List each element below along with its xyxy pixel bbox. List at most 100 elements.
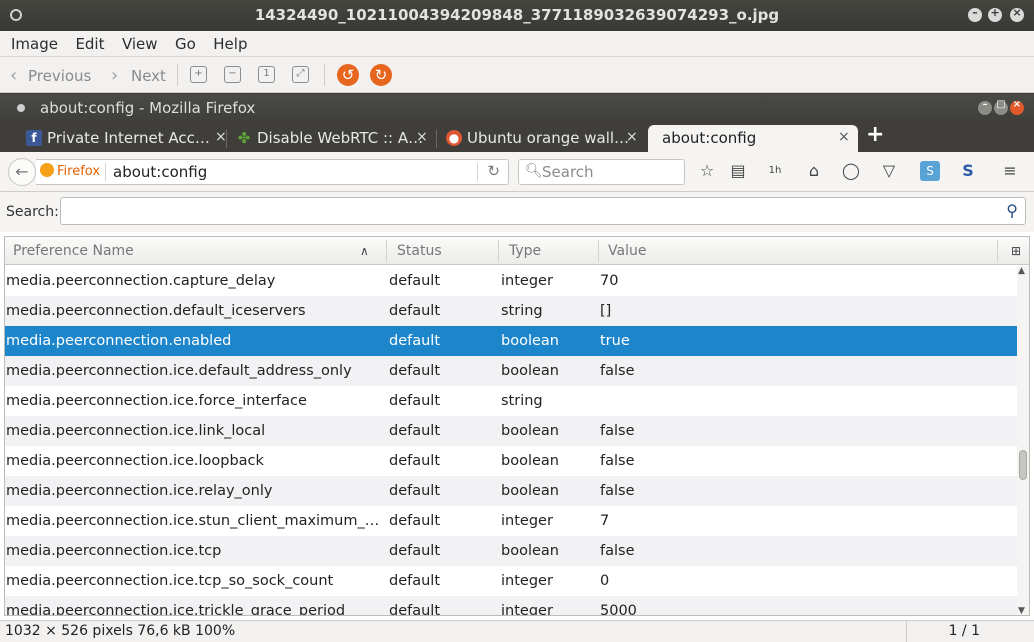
maximize-icon[interactable]: + xyxy=(988,6,1002,22)
reading-list-icon[interactable]: ▤ xyxy=(728,161,748,181)
status-separator xyxy=(906,621,907,642)
column-type[interactable]: Type xyxy=(501,237,599,265)
identity-box[interactable]: Firefox xyxy=(40,163,100,179)
firefox-logo-icon xyxy=(40,163,54,177)
timer-icon[interactable]: 1h xyxy=(765,161,785,181)
new-tab-button[interactable]: + xyxy=(866,122,884,147)
pref-value: 0 xyxy=(600,573,610,589)
table-row[interactable]: media.peerconnection.ice.loopback default… xyxy=(5,446,1018,476)
pref-status: default xyxy=(389,453,441,469)
scroll-down-icon[interactable]: ▼ xyxy=(1018,606,1025,615)
table-row[interactable]: media.peerconnection.ice.link_local defau… xyxy=(5,416,1018,446)
menu-edit[interactable]: Edit xyxy=(75,31,104,53)
viewer-titlebar: 14324490_10211004394209848_3771189032639… xyxy=(0,0,1034,31)
table-row[interactable]: media.peerconnection.ice.trickle_grace_p… xyxy=(5,596,1018,616)
rotate-left-icon[interactable]: ↺ xyxy=(337,64,359,86)
rotate-right-icon[interactable]: ↻ xyxy=(370,64,392,86)
identity-label: Firefox xyxy=(57,164,101,179)
pref-type: boolean xyxy=(501,333,559,349)
tab-separator xyxy=(226,130,227,148)
tab-about-config[interactable]: about:config × xyxy=(648,125,858,152)
scrollbar-thumb[interactable] xyxy=(1019,450,1027,480)
tab-ubuntu-orange[interactable]: ● Ubuntu orange wall… × xyxy=(446,125,646,152)
reload-icon[interactable]: ↻ xyxy=(487,162,500,180)
minimize-icon[interactable]: – xyxy=(968,6,982,22)
column-separator xyxy=(997,240,998,262)
tab-close-icon[interactable]: × xyxy=(838,129,850,145)
pref-status: default xyxy=(389,333,441,349)
pref-status: default xyxy=(389,513,441,529)
tab-label: Private Internet Acc… xyxy=(47,129,210,147)
close-icon[interactable]: × xyxy=(1010,99,1024,115)
facebook-icon: f xyxy=(26,130,42,146)
tab-close-icon[interactable]: × xyxy=(626,129,638,145)
table-row[interactable]: media.peerconnection.default_iceservers d… xyxy=(5,296,1018,326)
url-bar[interactable]: Firefox about:config ↻ xyxy=(36,159,509,185)
s-extension-icon[interactable]: S xyxy=(920,161,940,181)
firefox-window: about:config - Mozilla Firefox – □ × f P… xyxy=(0,94,1034,620)
pref-name: media.peerconnection.ice.loopback xyxy=(6,453,264,469)
table-row[interactable]: media.peerconnection.ice.default_address… xyxy=(5,356,1018,386)
tab-private-internet-access[interactable]: f Private Internet Acc… × xyxy=(26,125,227,152)
pref-type: integer xyxy=(501,273,553,289)
column-status[interactable]: Status xyxy=(389,237,499,265)
pref-name: media.peerconnection.ice.tcp xyxy=(6,543,222,559)
table-scrollbar[interactable]: ▲ ▼ xyxy=(1017,266,1029,615)
menu-go[interactable]: Go xyxy=(175,31,196,53)
menu-image[interactable]: Image xyxy=(11,31,58,53)
home-icon[interactable]: ⌂ xyxy=(804,161,824,181)
menu-view[interactable]: View xyxy=(122,31,158,53)
back-button[interactable]: ← xyxy=(8,158,36,186)
column-preference-name[interactable]: Preference Name xyxy=(5,237,385,265)
zoom-out-icon[interactable]: − xyxy=(224,66,241,83)
tab-label: Ubuntu orange wall… xyxy=(467,129,630,147)
config-search-input[interactable] xyxy=(60,197,1026,225)
column-value[interactable]: Value xyxy=(600,237,900,265)
menu-help[interactable]: Help xyxy=(213,31,247,53)
preferences-table: Preference Name ∧ Status Type Value ⊞ me… xyxy=(4,236,1030,616)
table-row-selected[interactable]: media.peerconnection.enabled default boole… xyxy=(5,326,1018,356)
maximize-icon[interactable]: □ xyxy=(994,99,1008,115)
search-icon: 🔍︎ xyxy=(525,163,543,179)
column-picker-icon[interactable]: ⊞ xyxy=(1011,237,1021,265)
tab-close-icon[interactable]: × xyxy=(215,129,227,145)
search-bar[interactable]: 🔍︎ xyxy=(518,159,685,185)
minimize-icon[interactable]: – xyxy=(978,99,992,115)
search-input[interactable] xyxy=(542,163,680,181)
tab-close-icon[interactable]: × xyxy=(416,129,428,145)
firefox-window-title: about:config - Mozilla Firefox xyxy=(40,99,256,117)
pref-name: media.peerconnection.ice.trickle_grace_p… xyxy=(6,603,346,616)
pref-status: default xyxy=(389,423,441,439)
pref-value: 5000 xyxy=(600,603,637,616)
image-info: 1032 × 526 pixels 76,6 kB 100% xyxy=(5,623,236,639)
close-icon[interactable]: × xyxy=(1010,6,1024,22)
next-button[interactable]: › Next xyxy=(111,65,166,86)
table-row[interactable]: media.peerconnection.ice.relay_only defau… xyxy=(5,476,1018,506)
table-row[interactable]: media.peerconnection.ice.force_interface… xyxy=(5,386,1018,416)
normal-size-icon[interactable]: 1 xyxy=(258,66,275,83)
pref-status: default xyxy=(389,273,441,289)
table-row[interactable]: media.peerconnection.ice.stun_client_max… xyxy=(5,506,1018,536)
column-separator xyxy=(598,240,599,262)
zoom-in-icon[interactable]: + xyxy=(190,66,207,83)
table-row[interactable]: media.peerconnection.capture_delay defaul… xyxy=(5,266,1018,296)
bookmark-star-icon[interactable]: ☆ xyxy=(697,161,717,181)
s-circle-extension-icon[interactable]: S xyxy=(958,161,978,181)
table-row[interactable]: media.peerconnection.ice.tcp default boole… xyxy=(5,536,1018,566)
pref-value: true xyxy=(600,333,630,349)
pocket-icon[interactable]: ▽ xyxy=(879,161,899,181)
window-menu-icon[interactable] xyxy=(17,104,25,112)
scroll-up-icon[interactable]: ▲ xyxy=(1018,266,1025,276)
hamburger-menu-icon[interactable]: ≡ xyxy=(1000,161,1020,181)
previous-button[interactable]: ‹ Previous xyxy=(10,65,91,86)
firefox-titlebar: about:config - Mozilla Firefox – □ × xyxy=(0,94,1034,122)
tab-disable-webrtc[interactable]: ✤ Disable WebRTC :: A… × xyxy=(236,125,436,152)
url-input[interactable]: about:config xyxy=(113,163,207,181)
url-divider xyxy=(105,163,106,181)
search-icon[interactable]: ⚲ xyxy=(1006,201,1018,220)
chat-icon[interactable]: ◯ xyxy=(841,161,861,181)
column-separator xyxy=(498,240,499,262)
best-fit-icon[interactable]: ⤢ xyxy=(292,66,309,83)
table-row[interactable]: media.peerconnection.ice.tcp_so_sock_cou… xyxy=(5,566,1018,596)
pref-status: default xyxy=(389,573,441,589)
